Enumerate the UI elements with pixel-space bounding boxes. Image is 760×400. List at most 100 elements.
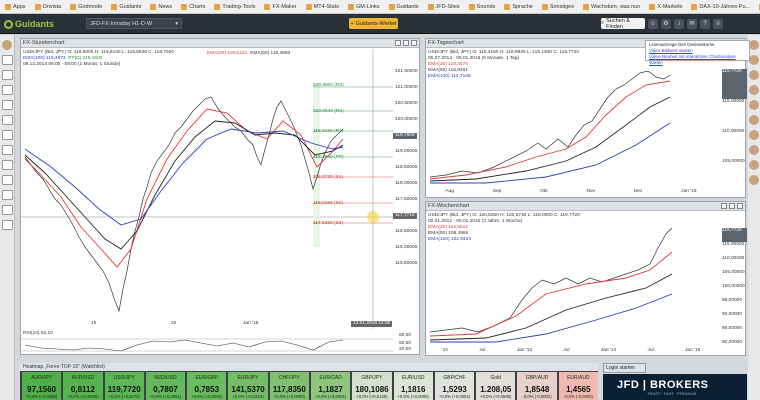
- bookmark-item[interactable]: FX-Maker: [261, 1, 299, 12]
- weekly-chart-plot[interactable]: [426, 212, 746, 348]
- heatmap-cell[interactable]: EUR/CAD 1,1827 +0,0% (+0,0001): [311, 372, 351, 400]
- heatmap-cell[interactable]: EUR/AUD 1,4565 -0,0% (-0,0003): [558, 372, 598, 400]
- daily-chart-plot[interactable]: [426, 49, 746, 189]
- bookmark-item[interactable]: Godmode: [67, 1, 105, 12]
- view-tool-icon[interactable]: [2, 220, 13, 230]
- bookmark-item[interactable]: GM-Links: [345, 1, 383, 12]
- video-link-interactive[interactable]: Video-Neuheit mit interaktiver Chartanal…: [649, 54, 746, 66]
- hourly-chart-plot[interactable]: [21, 49, 419, 355]
- bookmark-favicon-icon: [388, 3, 395, 10]
- close-icon[interactable]: [411, 40, 417, 46]
- avatar[interactable]: [749, 175, 759, 185]
- ema100-line: [24, 128, 344, 226]
- ema50-line: [429, 273, 673, 341]
- hourly-chart-window: FX-Stundenchart USD/JPY (Bid, JPY) O: 11…: [20, 38, 420, 355]
- heatmap-cell[interactable]: CHF/JPY 117,8350 +0,0% (+0,0090): [269, 372, 309, 400]
- window-tool-icon[interactable]: [2, 175, 13, 185]
- maximize-icon[interactable]: [729, 203, 735, 209]
- login-button[interactable]: Login starten: [603, 363, 646, 373]
- avatar[interactable]: [2, 40, 12, 50]
- avatar[interactable]: [749, 40, 759, 50]
- heatmap-cell[interactable]: AUD/JPY 97,1560 +0,0% (+0,0456): [22, 372, 62, 400]
- screen-tool-icon[interactable]: [2, 145, 13, 155]
- chart-tool-icon[interactable]: [2, 55, 13, 65]
- maximize-icon[interactable]: [403, 40, 409, 46]
- bookmark-item[interactable]: Charts: [178, 1, 208, 12]
- search-button[interactable]: ⌕ Suchen & Finden: [601, 18, 645, 30]
- avatar[interactable]: [749, 100, 759, 110]
- user-icon[interactable]: ☺: [648, 18, 658, 29]
- bookmark-favicon-icon: [181, 3, 188, 10]
- menu-icon[interactable]: ≡: [713, 18, 723, 29]
- window-titlebar[interactable]: FX-Wochenchart: [426, 202, 745, 211]
- bookmark-item[interactable]: MT4-Stats: [303, 1, 342, 12]
- avatar[interactable]: [749, 55, 759, 65]
- avatar[interactable]: [749, 85, 759, 95]
- display-tool-icon[interactable]: [2, 190, 13, 200]
- minimize-icon[interactable]: [721, 203, 727, 209]
- heatmap-cell[interactable]: EUR/GBP 0,7853 +0,0% (+0,0002): [187, 372, 227, 400]
- logo[interactable]: Guidants: [4, 17, 54, 31]
- help-icon[interactable]: ?: [700, 18, 710, 29]
- ema20-line: [429, 251, 673, 337]
- avatar[interactable]: [749, 160, 759, 170]
- heatmap-cell[interactable]: EUR/JPY 141,5370 +0,0% (+0,0210): [228, 372, 268, 400]
- gear-icon[interactable]: ⚙: [661, 18, 671, 29]
- mail-icon[interactable]: ✉: [687, 18, 697, 29]
- cursor-price-tag: 117,7718: [393, 213, 417, 219]
- table-tool-icon[interactable]: [2, 100, 13, 110]
- close-icon[interactable]: [737, 203, 743, 209]
- bookmark-item[interactable]: Guidants: [108, 1, 144, 12]
- bookmark-item[interactable]: Sprache: [501, 1, 536, 12]
- news-tool-icon[interactable]: [2, 85, 13, 95]
- bookmark-favicon-icon: [70, 3, 77, 10]
- bookmark-favicon-icon: [150, 3, 157, 10]
- heatmap-cell[interactable]: GBP/AUD 1,8548 -0,0% (-0,0002): [517, 372, 557, 400]
- workspace-select[interactable]: JFD-FX-Intraday H1-D-W ▾: [86, 18, 182, 29]
- bookmark-item[interactable]: JFD-Sites: [425, 1, 463, 12]
- heatmap-cell[interactable]: AUD/USD 0,8112 +0,0% (+0,0000): [63, 372, 103, 400]
- broker-banner[interactable]: JFD | BROKERS TRUST · FAST · PREMIUM: [603, 374, 747, 400]
- bookmark-item[interactable]: Wachstum, was nun: [580, 1, 643, 12]
- avatar[interactable]: [749, 145, 759, 155]
- bookmark-item[interactable]: Guidants: [386, 1, 422, 12]
- bookmark-item[interactable]: Trading-Tools: [211, 1, 258, 12]
- heatmap-cell[interactable]: Gold 1.208,05 +0,0% (+0,0500): [476, 372, 516, 400]
- date-tag: 13.01.2015 12:00: [351, 321, 393, 327]
- add-widget-button[interactable]: + Guidants-Werkel: [349, 18, 398, 29]
- desktop-tool-icon[interactable]: [2, 160, 13, 170]
- window-titlebar[interactable]: FX-Stundenchart: [21, 39, 419, 48]
- bookmark-item[interactable]: Sonstiges: [539, 1, 577, 12]
- bell-icon[interactable]: ♪: [674, 18, 684, 29]
- heatmap-cell[interactable]: GBP/CHF 1,5293 +0,0% (+0,0001): [434, 372, 475, 400]
- bookmark-item[interactable]: X-Markets: [646, 1, 685, 12]
- price-axis: 121,50000 121,00000 120,50000 120,00000 …: [395, 69, 418, 266]
- avatar[interactable]: [749, 70, 759, 80]
- bookmark-favicon-icon: [264, 3, 271, 10]
- bookmark-item[interactable]: DAX-10-Jahres-Pu...: [688, 1, 753, 12]
- ema50-line: [429, 96, 671, 182]
- heatmap-cell[interactable]: EUR/USD 1,1816 +0,0% (+0,0000): [393, 372, 433, 400]
- layout-tool-icon[interactable]: [2, 205, 13, 215]
- bookmark-item[interactable]: Onvista: [32, 1, 65, 12]
- bookmark-item[interactable]: Apps: [2, 1, 29, 12]
- bookmark-item[interactable]: News: [147, 1, 175, 12]
- bookmark-item[interactable]: Sounds: [466, 1, 499, 12]
- bookmark-favicon-icon: [305, 3, 312, 10]
- list-tool-icon[interactable]: [2, 70, 13, 80]
- minimize-icon[interactable]: [395, 40, 401, 46]
- avatar[interactable]: [749, 115, 759, 125]
- logo-mark-icon: [4, 19, 13, 29]
- time-axis: '12 Jul Jan '13 Jul Jan '14 Jul Jan '15: [441, 348, 701, 353]
- header-tools: ⌕ Suchen & Finden ☺ ⚙ ♪ ✉ ? ≡: [601, 18, 759, 30]
- heatmap-cell[interactable]: USD/JPY 119,7720 +0,0% (+0,0070): [104, 372, 144, 400]
- heatmap-cell[interactable]: GBP/JPY 180,1086 +0,0% (+0,0120): [352, 372, 392, 400]
- avatar[interactable]: [749, 130, 759, 140]
- time-axis: Aug Sep Okt Nov Dez Jan '15: [445, 189, 697, 194]
- bookmark-item[interactable]: JFD Brokers | Guidants: [756, 1, 760, 12]
- heatmap-cell[interactable]: NZD/USD 0,7807 +0,0% (+0,0001): [145, 372, 186, 400]
- price-axis: 119,7720 115,00000 110,00000 105,00000 1…: [722, 228, 747, 354]
- monitor-tool-icon[interactable]: [2, 130, 13, 140]
- calendar-tool-icon[interactable]: [2, 115, 13, 125]
- bookmark-favicon-icon: [691, 3, 698, 10]
